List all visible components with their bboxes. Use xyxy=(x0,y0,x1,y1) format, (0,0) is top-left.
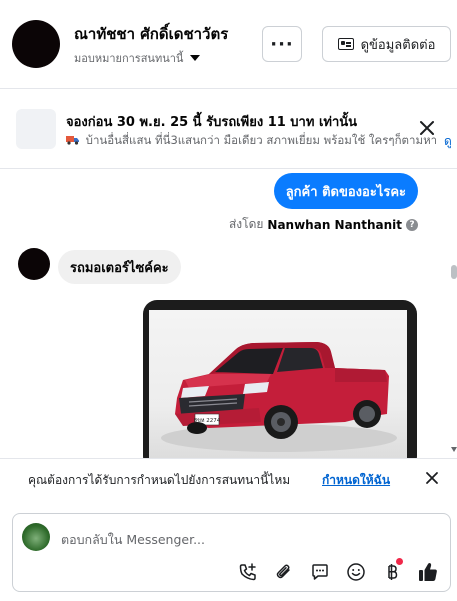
saved-replies-button[interactable] xyxy=(309,561,331,583)
close-icon xyxy=(420,121,434,135)
contact-card-icon xyxy=(337,38,354,50)
assign-prompt-text: คุณต้องการได้รับการกำหนดไปยังการสนทนานี้… xyxy=(28,473,291,487)
outgoing-message-bubble[interactable]: ลูกค้า ติดของอะไรคะ xyxy=(273,173,418,209)
ad-description: บ้านอื่นสี่แสน ที่นี่3แสนกว่า มือเดียว ส… xyxy=(66,132,436,150)
assign-conversation-dropdown[interactable]: มอบหมายการสนทนานี้ xyxy=(74,49,201,67)
sent-by-line: ส่งโดย Nanwhan Nanthanit ? xyxy=(229,215,418,234)
conversation-header: ณาทัชชา ศักดิ์เดชาวัตร มอบหมายการสนทนานี… xyxy=(0,0,457,89)
photo-attachment[interactable]: 8ขห 2274 xyxy=(143,300,417,458)
message-thread[interactable]: ลูกค้า ติดของอะไรคะ ส่งโดย Nanwhan Nanth… xyxy=(0,170,457,458)
ad-referral-banner: จองก่อน 30 พ.ย. 25 นี้ รับรถเพียง 11 บาท… xyxy=(0,89,457,169)
ad-title: จองก่อน 30 พ.ย. 25 นี้ รับรถเพียง 11 บาท… xyxy=(66,115,358,130)
thumbs-up-icon xyxy=(419,563,437,581)
assign-label: มอบหมายการสนทนานี้ xyxy=(74,52,184,65)
sent-by-name: Nanwhan Nanthanit xyxy=(267,217,402,232)
emoji-button[interactable] xyxy=(345,561,367,583)
truck-icon xyxy=(66,133,83,147)
chat-bubble-icon xyxy=(312,564,328,580)
sender-avatar xyxy=(18,248,50,280)
baht-icon xyxy=(388,564,398,580)
ad-description-text: บ้านอื่นสี่แสน ที่นี่3แสนกว่า มือเดียว ส… xyxy=(85,133,436,147)
like-button[interactable] xyxy=(417,561,439,583)
view-contact-button[interactable]: ดูข้อมูลติดต่อ xyxy=(322,26,451,62)
attach-button[interactable] xyxy=(273,561,295,583)
ad-view-link[interactable]: ดู xyxy=(444,132,452,151)
close-icon xyxy=(426,472,438,484)
caret-down-icon xyxy=(190,55,201,61)
assign-to-me-link[interactable]: กำหนดให้ฉัน xyxy=(322,471,390,490)
ad-thumbnail xyxy=(16,109,56,149)
view-contact-label: ดูข้อมูลติดต่อ xyxy=(360,37,436,53)
notification-dot xyxy=(396,558,403,565)
incoming-message-bubble[interactable]: รถมอเตอร์ไซค์คะ xyxy=(58,250,181,284)
call-add-button[interactable] xyxy=(237,561,259,583)
message-composer xyxy=(12,513,451,592)
more-options-button[interactable]: ··· xyxy=(262,26,302,62)
call-add-icon xyxy=(239,563,256,581)
reply-input[interactable] xyxy=(61,529,431,549)
car-photo: 8ขห 2274 xyxy=(149,310,407,458)
scrollbar-thumb[interactable] xyxy=(451,265,457,279)
paperclip-icon xyxy=(276,564,290,579)
scroll-down-arrow[interactable] xyxy=(451,447,457,452)
assign-prompt-close-button[interactable] xyxy=(424,470,440,486)
help-icon[interactable]: ? xyxy=(406,218,418,231)
payment-button[interactable] xyxy=(381,558,403,583)
ad-close-button[interactable] xyxy=(417,118,437,138)
contact-avatar[interactable] xyxy=(12,20,60,68)
sent-by-prefix: ส่งโดย xyxy=(228,217,264,231)
page-avatar xyxy=(22,523,50,551)
smiley-icon xyxy=(347,563,365,581)
more-dots-icon: ··· xyxy=(270,33,294,55)
contact-name[interactable]: ณาทัชชา ศักดิ์เดชาวัตร xyxy=(74,22,228,46)
assign-prompt-bar: คุณต้องการได้รับการกำหนดไปยังการสนทนานี้… xyxy=(0,458,457,500)
pickup-truck-image: 8ขห 2274 xyxy=(161,342,397,452)
